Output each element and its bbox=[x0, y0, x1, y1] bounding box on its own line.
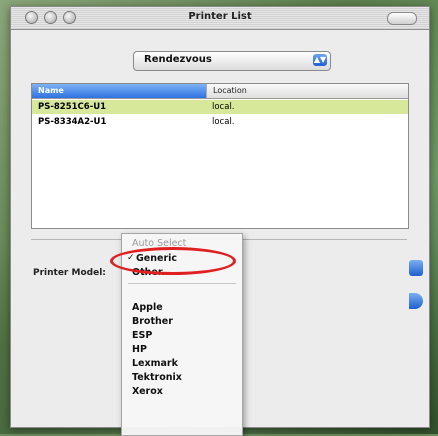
menu-item-apple[interactable]: Apple bbox=[122, 300, 242, 315]
table-row[interactable]: PS-8251C6-U1 local. bbox=[32, 100, 408, 114]
table-row[interactable]: PS-8334A2-U1 local. bbox=[32, 115, 408, 129]
printer-model-label: Printer Model: bbox=[33, 268, 106, 278]
menu-separator bbox=[128, 283, 236, 284]
highlight-annotation bbox=[110, 247, 236, 275]
side-play-button[interactable] bbox=[409, 293, 423, 309]
menu-item-lexmark[interactable]: Lexmark bbox=[122, 356, 242, 371]
toolbar-toggle-button[interactable] bbox=[387, 12, 417, 25]
table-header: Name Location bbox=[32, 84, 408, 99]
menu-item-tektronix[interactable]: Tektronix bbox=[122, 370, 242, 385]
printer-location: local. bbox=[212, 102, 235, 112]
title-bar[interactable]: Printer List bbox=[11, 7, 429, 30]
printer-name: PS-8251C6-U1 bbox=[38, 102, 107, 112]
printer-name: PS-8334A2-U1 bbox=[38, 117, 107, 127]
menu-item-hp[interactable]: HP bbox=[122, 342, 242, 357]
window-title: Printer List bbox=[188, 11, 252, 22]
menu-item-esp[interactable]: ESP bbox=[122, 328, 242, 343]
connection-type-label: Rendezvous bbox=[144, 54, 212, 65]
column-header-name[interactable]: Name bbox=[32, 84, 206, 98]
menu-item-brother[interactable]: Brother bbox=[122, 314, 242, 329]
side-arrow-button[interactable] bbox=[409, 260, 423, 276]
popup-arrows-icon: ▲▼ bbox=[313, 54, 327, 66]
column-header-location[interactable]: Location bbox=[206, 84, 408, 98]
printer-location: local. bbox=[212, 117, 235, 127]
connection-type-popup[interactable]: Rendezvous ▲▼ bbox=[133, 51, 331, 71]
printer-list-table: Name Location PS-8251C6-U1 local. PS-833… bbox=[31, 83, 409, 229]
menu-item-xerox[interactable]: Xerox bbox=[122, 384, 242, 399]
